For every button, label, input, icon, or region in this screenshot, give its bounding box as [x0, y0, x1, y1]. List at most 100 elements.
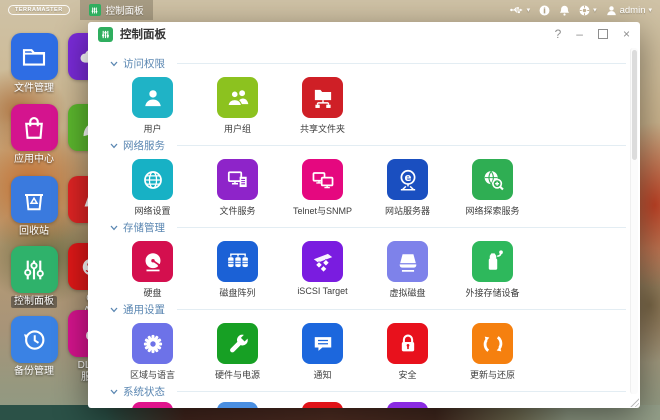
app-tile[interactable]	[302, 77, 343, 118]
app-tile[interactable]	[387, 241, 428, 282]
app-tile[interactable]	[132, 402, 173, 408]
app-安全[interactable]: 安全	[365, 323, 450, 381]
desktop-tile[interactable]	[10, 176, 58, 223]
svg-text:e: e	[404, 172, 411, 184]
app-tile[interactable]	[472, 241, 513, 282]
app-网络探索服务[interactable]: 网络探索服务	[450, 159, 535, 217]
control-panel-content: 访问权限用户 用户组 共享文件夹网络服务网络设置 文件服务 Telnet与SNMP e 网站…	[88, 46, 640, 408]
app-label: 共享文件夹	[299, 124, 345, 134]
app-磁盘阵列[interactable]: 磁盘阵列	[195, 241, 280, 299]
section-访问权限: 访问权限用户 用户组 共享文件夹	[110, 56, 626, 138]
app-硬件与电源[interactable]: 硬件与电源	[195, 323, 280, 381]
section-header[interactable]: 存储管理	[110, 220, 626, 235]
app-tile[interactable]	[132, 323, 173, 364]
taskbar-tray: ▾ i ▾ admin ▾	[509, 5, 660, 16]
app-通知[interactable]: 通知	[280, 323, 365, 381]
app-Telnet与SNMP[interactable]: Telnet与SNMP	[280, 159, 365, 217]
window-controls: ? – ×	[555, 28, 630, 40]
section-通用设置: 通用设置区域与语言 硬件与电源 通知 安全 更新与还原	[110, 302, 626, 384]
app-label: 通知	[313, 370, 332, 380]
section-header[interactable]: 访问权限	[110, 56, 626, 71]
control-panel-window: 控制面板 ? – × 访问权限用户 用户组 共享文件夹网络服务网络设置 文件服务 Tel…	[88, 22, 640, 408]
shared-folder-icon	[314, 89, 331, 108]
app-用户[interactable]: 用户	[110, 77, 195, 135]
app-tile[interactable]	[387, 402, 428, 408]
app-partial[interactable]	[280, 402, 365, 408]
app-硬盘[interactable]: 硬盘	[110, 241, 195, 299]
app-更新与还原[interactable]: 更新与还原	[450, 323, 535, 381]
app-共享文件夹[interactable]: 共享文件夹	[280, 77, 365, 135]
app-用户组[interactable]: 用户组	[195, 77, 280, 135]
usb-device-menu[interactable]: ▾	[509, 5, 531, 15]
desktop-tile[interactable]	[10, 246, 58, 293]
app-tile[interactable]	[387, 323, 428, 364]
raid-icon	[227, 252, 248, 267]
app-tile[interactable]	[472, 323, 513, 364]
section-header[interactable]: 通用设置	[110, 302, 626, 317]
user-menu[interactable]: admin ▾	[606, 5, 652, 16]
terramaster-logo[interactable]: TERRAMASTER	[8, 5, 70, 15]
app-label: 网络探索服务	[465, 206, 520, 216]
telnet-snmp-icon	[312, 171, 333, 188]
app-tile[interactable]	[217, 323, 258, 364]
window-scrollbar[interactable]	[630, 48, 638, 394]
chevron-down-icon: ▾	[526, 6, 531, 14]
app-partial[interactable]	[365, 402, 450, 408]
hardware-icon	[229, 334, 248, 352]
app-tile[interactable]	[302, 402, 343, 408]
app-label: 用户	[143, 124, 162, 134]
desktop-tile[interactable]	[10, 104, 58, 151]
app-网络设置[interactable]: 网络设置	[110, 159, 195, 217]
settings-icon	[579, 5, 590, 15]
desktop-icon-控制面板[interactable]: 控制面板	[9, 246, 59, 308]
notifications-button[interactable]	[559, 5, 570, 16]
app-tile[interactable]	[132, 159, 173, 200]
app-虚拟磁盘[interactable]: 虚拟磁盘	[365, 241, 450, 299]
app-partial[interactable]	[195, 402, 280, 408]
desktop-tile[interactable]	[10, 33, 58, 80]
section-divider	[177, 145, 626, 146]
desktop-icon-label: 应用中心	[14, 154, 54, 165]
app-tile[interactable]	[132, 241, 173, 282]
control-panel-icon	[88, 4, 101, 16]
desktop-icon-应用中心[interactable]: 应用中心	[9, 104, 59, 166]
app-iSCSI Target[interactable]: iSCSI Target	[280, 241, 365, 299]
desktop-icon-备份管理[interactable]: 备份管理	[9, 316, 59, 378]
settings-menu[interactable]: ▾	[579, 5, 597, 16]
chevron-down-icon	[110, 143, 118, 148]
help-button[interactable]: ?	[555, 28, 562, 40]
section-divider	[177, 63, 626, 64]
taskbar-tab-control-panel[interactable]: 控制面板	[79, 0, 153, 20]
section-header[interactable]: 网络服务	[110, 138, 626, 153]
window-titlebar[interactable]: 控制面板 ? – ×	[88, 22, 640, 46]
security-icon	[401, 334, 414, 351]
app-区域与语言[interactable]: 区域与语言	[110, 323, 195, 381]
minimize-button[interactable]: –	[576, 28, 583, 40]
user-icon	[606, 5, 616, 15]
app-tile[interactable]	[217, 159, 258, 200]
app-tile[interactable]	[217, 241, 258, 282]
app-tile[interactable]	[217, 402, 258, 408]
desktop-icon-回收站[interactable]: 回收站	[9, 176, 59, 238]
desktop-tile[interactable]	[10, 316, 58, 363]
update-icon	[483, 335, 502, 352]
info-button[interactable]: i	[539, 5, 550, 16]
app-tile[interactable]: e	[387, 159, 428, 200]
maximize-button[interactable]	[597, 29, 608, 39]
app-tile[interactable]	[472, 159, 513, 200]
app-网站服务器[interactable]: e 网站服务器	[365, 159, 450, 217]
desktop-icon-文件管理[interactable]: 文件管理	[9, 33, 59, 95]
app-label: iSCSI Target	[297, 286, 348, 296]
app-tile[interactable]	[132, 77, 173, 118]
app-tile[interactable]	[217, 77, 258, 118]
app-partial[interactable]	[110, 402, 195, 408]
app-文件服务[interactable]: 文件服务	[195, 159, 280, 217]
scrollbar-thumb[interactable]	[632, 50, 637, 160]
close-button[interactable]: ×	[623, 28, 630, 40]
globe-icon	[143, 170, 162, 189]
app-tile[interactable]	[302, 241, 343, 282]
app-tile[interactable]	[302, 159, 343, 200]
app-tile[interactable]	[302, 323, 343, 364]
app-外接存储设备[interactable]: 外接存储设备	[450, 241, 535, 299]
section-header[interactable]: 系统状态	[110, 384, 626, 399]
